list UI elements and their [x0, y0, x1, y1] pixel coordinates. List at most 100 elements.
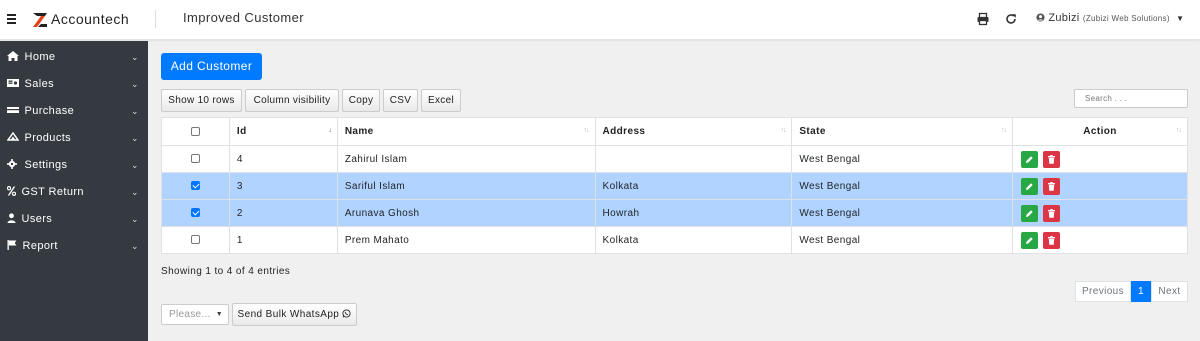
sidebar-item-users[interactable]: Users ⌄	[0, 209, 148, 229]
cell-name: Zahirul Islam	[336, 145, 596, 173]
trash-icon	[1048, 208, 1056, 218]
sidebar-item-home[interactable]: Home ⌄	[0, 47, 148, 67]
edit-button[interactable]	[1021, 231, 1039, 249]
cell-name: Prem Mahato	[336, 226, 596, 254]
excel-button[interactable]: Excel	[421, 89, 461, 112]
sidebar-item-purchase[interactable]: Purchase ⌄	[0, 101, 148, 121]
table-row[interactable]: 3 Sariful Islam Kolkata West Bengal	[161, 172, 1188, 200]
cell-name: Arunava Ghosh	[336, 199, 596, 227]
cell-state: West Bengal	[791, 226, 1014, 254]
row-checkbox[interactable]	[190, 208, 200, 218]
sidebar: Home ⌄ Sales ⌄ Purchase ⌄ Products ⌄ Set…	[0, 41, 148, 341]
sidebar-item-label: Products	[24, 132, 72, 144]
sidebar-item-products[interactable]: Products ⌄	[0, 128, 148, 148]
column-header-id[interactable]: Id ↓	[228, 117, 338, 146]
sidebar-item-label: Sales	[24, 78, 54, 90]
caret-down-icon: ▼	[1176, 14, 1185, 23]
cell-id: 4	[228, 145, 338, 173]
flag-icon	[7, 240, 17, 250]
edit-button[interactable]	[1021, 150, 1039, 168]
sort-icon: ↑↓	[780, 127, 786, 134]
send-bulk-whatsapp-label: Send Bulk WhatsApp	[237, 309, 340, 320]
sidebar-item-label: Settings	[24, 159, 68, 171]
column-header-address[interactable]: Address ↑↓	[594, 117, 793, 146]
cell-actions	[1012, 145, 1188, 173]
refresh-icon[interactable]	[1004, 12, 1018, 26]
select-all-header	[161, 117, 230, 146]
menu-toggle-icon[interactable]	[7, 14, 16, 24]
table-row[interactable]: 1 Prem Mahato Kolkata West Bengal	[161, 226, 1188, 254]
print-icon[interactable]	[976, 12, 990, 26]
show-rows-button[interactable]: Show 10 rows	[161, 89, 242, 112]
cell-id: 3	[228, 172, 338, 200]
customer-table: Id ↓ Name ↑↓ Address ↑↓ State ↑↓ Action ↑↓ 4 …	[161, 117, 1188, 254]
copy-button[interactable]: Copy	[342, 89, 380, 112]
row-checkbox[interactable]	[190, 235, 200, 245]
cell-state: West Bengal	[791, 172, 1014, 200]
pagination-previous[interactable]: Previous	[1075, 281, 1131, 302]
search-input[interactable]: Search . . .	[1074, 89, 1188, 108]
top-bar: Accountech Improved Customer Zubizi (Zub…	[0, 0, 1200, 40]
cell-actions	[1012, 199, 1188, 227]
column-header-state[interactable]: State ↑↓	[791, 117, 1014, 146]
pagination-page-1[interactable]: 1	[1131, 281, 1151, 302]
sidebar-item-sales[interactable]: Sales ⌄	[0, 74, 148, 94]
send-bulk-whatsapp-button[interactable]: Send Bulk WhatsApp	[232, 303, 357, 326]
cart-icon	[7, 107, 19, 113]
delete-button[interactable]	[1043, 204, 1061, 222]
sidebar-item-label: Home	[24, 51, 56, 63]
add-customer-button[interactable]: Add Customer	[161, 53, 262, 80]
chevron-down-icon: ⌄	[131, 241, 139, 251]
cell-state: West Bengal	[791, 199, 1014, 227]
column-header-name[interactable]: Name ↑↓	[336, 117, 596, 146]
edit-button[interactable]	[1021, 177, 1039, 195]
sidebar-item-label: Report	[22, 240, 58, 252]
edit-button[interactable]	[1021, 204, 1039, 222]
user-organization: (Zubizi Web Solutions)	[1082, 14, 1170, 23]
home-icon	[7, 51, 19, 61]
header-divider	[155, 10, 156, 28]
sidebar-item-label: GST Return	[21, 186, 84, 198]
chevron-down-icon: ⌄	[131, 187, 139, 197]
cell-id: 1	[228, 226, 338, 254]
row-checkbox[interactable]	[190, 154, 200, 164]
sort-icon: ↑↓	[1001, 127, 1007, 134]
sidebar-item-settings[interactable]: Settings ⌄	[0, 155, 148, 175]
caret-down-icon: ▼	[215, 311, 223, 318]
table-row[interactable]: 4 Zahirul Islam West Bengal	[161, 145, 1188, 173]
percent-icon	[7, 186, 16, 196]
trash-icon	[1048, 154, 1056, 164]
chevron-down-icon: ⌄	[131, 52, 139, 62]
select-all-checkbox[interactable]	[190, 126, 200, 136]
cell-actions	[1012, 226, 1188, 254]
row-checkbox[interactable]	[190, 181, 200, 191]
pagination-next[interactable]: Next	[1151, 281, 1188, 302]
chevron-down-icon: ⌄	[131, 106, 139, 116]
cell-id: 2	[228, 199, 338, 227]
brand-logo-icon	[33, 13, 47, 27]
user-menu[interactable]: Zubizi (Zubizi Web Solutions) ▼	[1036, 12, 1184, 24]
bulk-action-select[interactable]: Please... ▼	[161, 304, 229, 325]
table-row[interactable]: 2 Arunava Ghosh Howrah West Bengal	[161, 199, 1188, 227]
page-title: Improved Customer	[183, 10, 304, 25]
trash-icon	[1048, 235, 1056, 245]
delete-button[interactable]	[1043, 231, 1061, 249]
select-placeholder: Please...	[169, 309, 211, 320]
user-circle-icon	[1036, 13, 1045, 22]
cell-state: West Bengal	[791, 145, 1014, 173]
cell-address	[594, 145, 793, 173]
column-header-action[interactable]: Action ↑↓	[1012, 117, 1188, 146]
chevron-down-icon: ⌄	[131, 214, 139, 224]
cell-actions	[1012, 172, 1188, 200]
cell-address: Howrah	[594, 199, 793, 227]
sidebar-item-label: Users	[21, 213, 53, 225]
delete-button[interactable]	[1043, 150, 1061, 168]
table-header-row: Id ↓ Name ↑↓ Address ↑↓ State ↑↓ Action ↑↓	[161, 117, 1188, 146]
delete-button[interactable]	[1043, 177, 1061, 195]
sidebar-item-gst-return[interactable]: GST Return ⌄	[0, 182, 148, 202]
csv-button[interactable]: CSV	[383, 89, 418, 112]
column-visibility-button[interactable]: Column visibility	[245, 89, 339, 112]
cell-name: Sariful Islam	[336, 172, 596, 200]
sidebar-item-report[interactable]: Report ⌄	[0, 236, 148, 256]
chevron-down-icon: ⌄	[131, 133, 139, 143]
